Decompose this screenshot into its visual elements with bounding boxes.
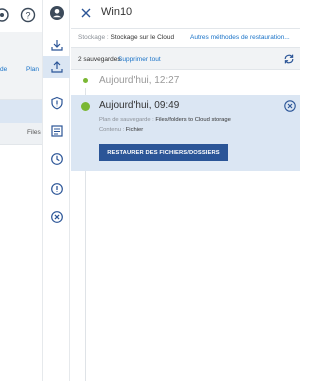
close-icon[interactable] [79,6,93,20]
shield-icon [50,96,63,110]
backup-status-dot [83,78,88,83]
protection-button[interactable] [43,92,70,114]
panel-title: Win10 [101,6,133,18]
recovery-panel: Win10 Stockage : Stockage sur le Cloud A… [71,0,300,381]
settings-icon[interactable] [0,7,10,23]
storage-label: Stockage : [78,34,111,41]
storage-value: Stockage sur le Cloud [110,34,175,41]
background-app: ? de Plan Files [0,0,42,381]
account-button[interactable] [43,0,70,26]
details-button[interactable] [43,120,70,142]
backup-plan-info: Plan de sauvegarde : Files/folders to Cl… [99,117,231,123]
column-header[interactable]: de [0,66,7,73]
account-icon [49,6,64,20]
backup-entry-title: Aujourd'hui, 09:49 [99,100,180,111]
recover-upload-icon [50,61,63,73]
backup-entry-title[interactable]: Aujourd'hui, 12:27 [99,75,179,86]
plan-label: Plan de sauvegarde : [99,117,156,123]
content-value: Fichier [125,127,144,133]
divider [71,28,300,29]
list-icon [50,125,63,137]
alert-icon [50,183,63,195]
backup-button[interactable] [43,34,70,56]
panel-header: Win10 [71,0,300,28]
tool-strip [42,0,70,381]
recovery-button[interactable] [43,56,70,78]
activities-button[interactable] [43,148,70,170]
row-plan-text: Files [27,129,41,136]
cancel-icon [50,211,63,223]
plan-value: Files/folders to Cloud storage [155,117,231,123]
backup-download-icon [50,40,63,51]
refresh-icon[interactable] [283,53,295,65]
delete-button[interactable] [43,206,70,228]
background-toolbar: ? [0,0,42,32]
content-label: Contenu : [99,127,126,133]
close-circle-icon[interactable] [284,100,296,112]
delete-all-link[interactable]: Supprimer tout [118,56,161,63]
backups-count: 2 sauvegardes [78,56,121,63]
backup-status-dot [81,102,90,111]
backups-toolbar: 2 sauvegardes Supprimer tout [71,48,300,70]
backup-content-info: Contenu : Fichier [99,127,143,133]
clock-icon [50,153,63,165]
table-row[interactable] [0,100,42,123]
column-header[interactable]: Plan [26,66,39,73]
other-recovery-methods-link[interactable]: Autres méthodes de restauration... [190,34,290,41]
restore-files-button[interactable]: RESTAURER DES FICHIERS/DOSSIERS [99,144,228,161]
storage-info: Stockage : Stockage sur le Cloud [78,34,174,41]
table-row[interactable]: Files [0,123,42,145]
svg-text:?: ? [25,11,30,21]
alerts-button[interactable] [43,178,70,200]
help-icon[interactable]: ? [20,7,36,23]
background-table-header: de Plan [0,32,42,100]
